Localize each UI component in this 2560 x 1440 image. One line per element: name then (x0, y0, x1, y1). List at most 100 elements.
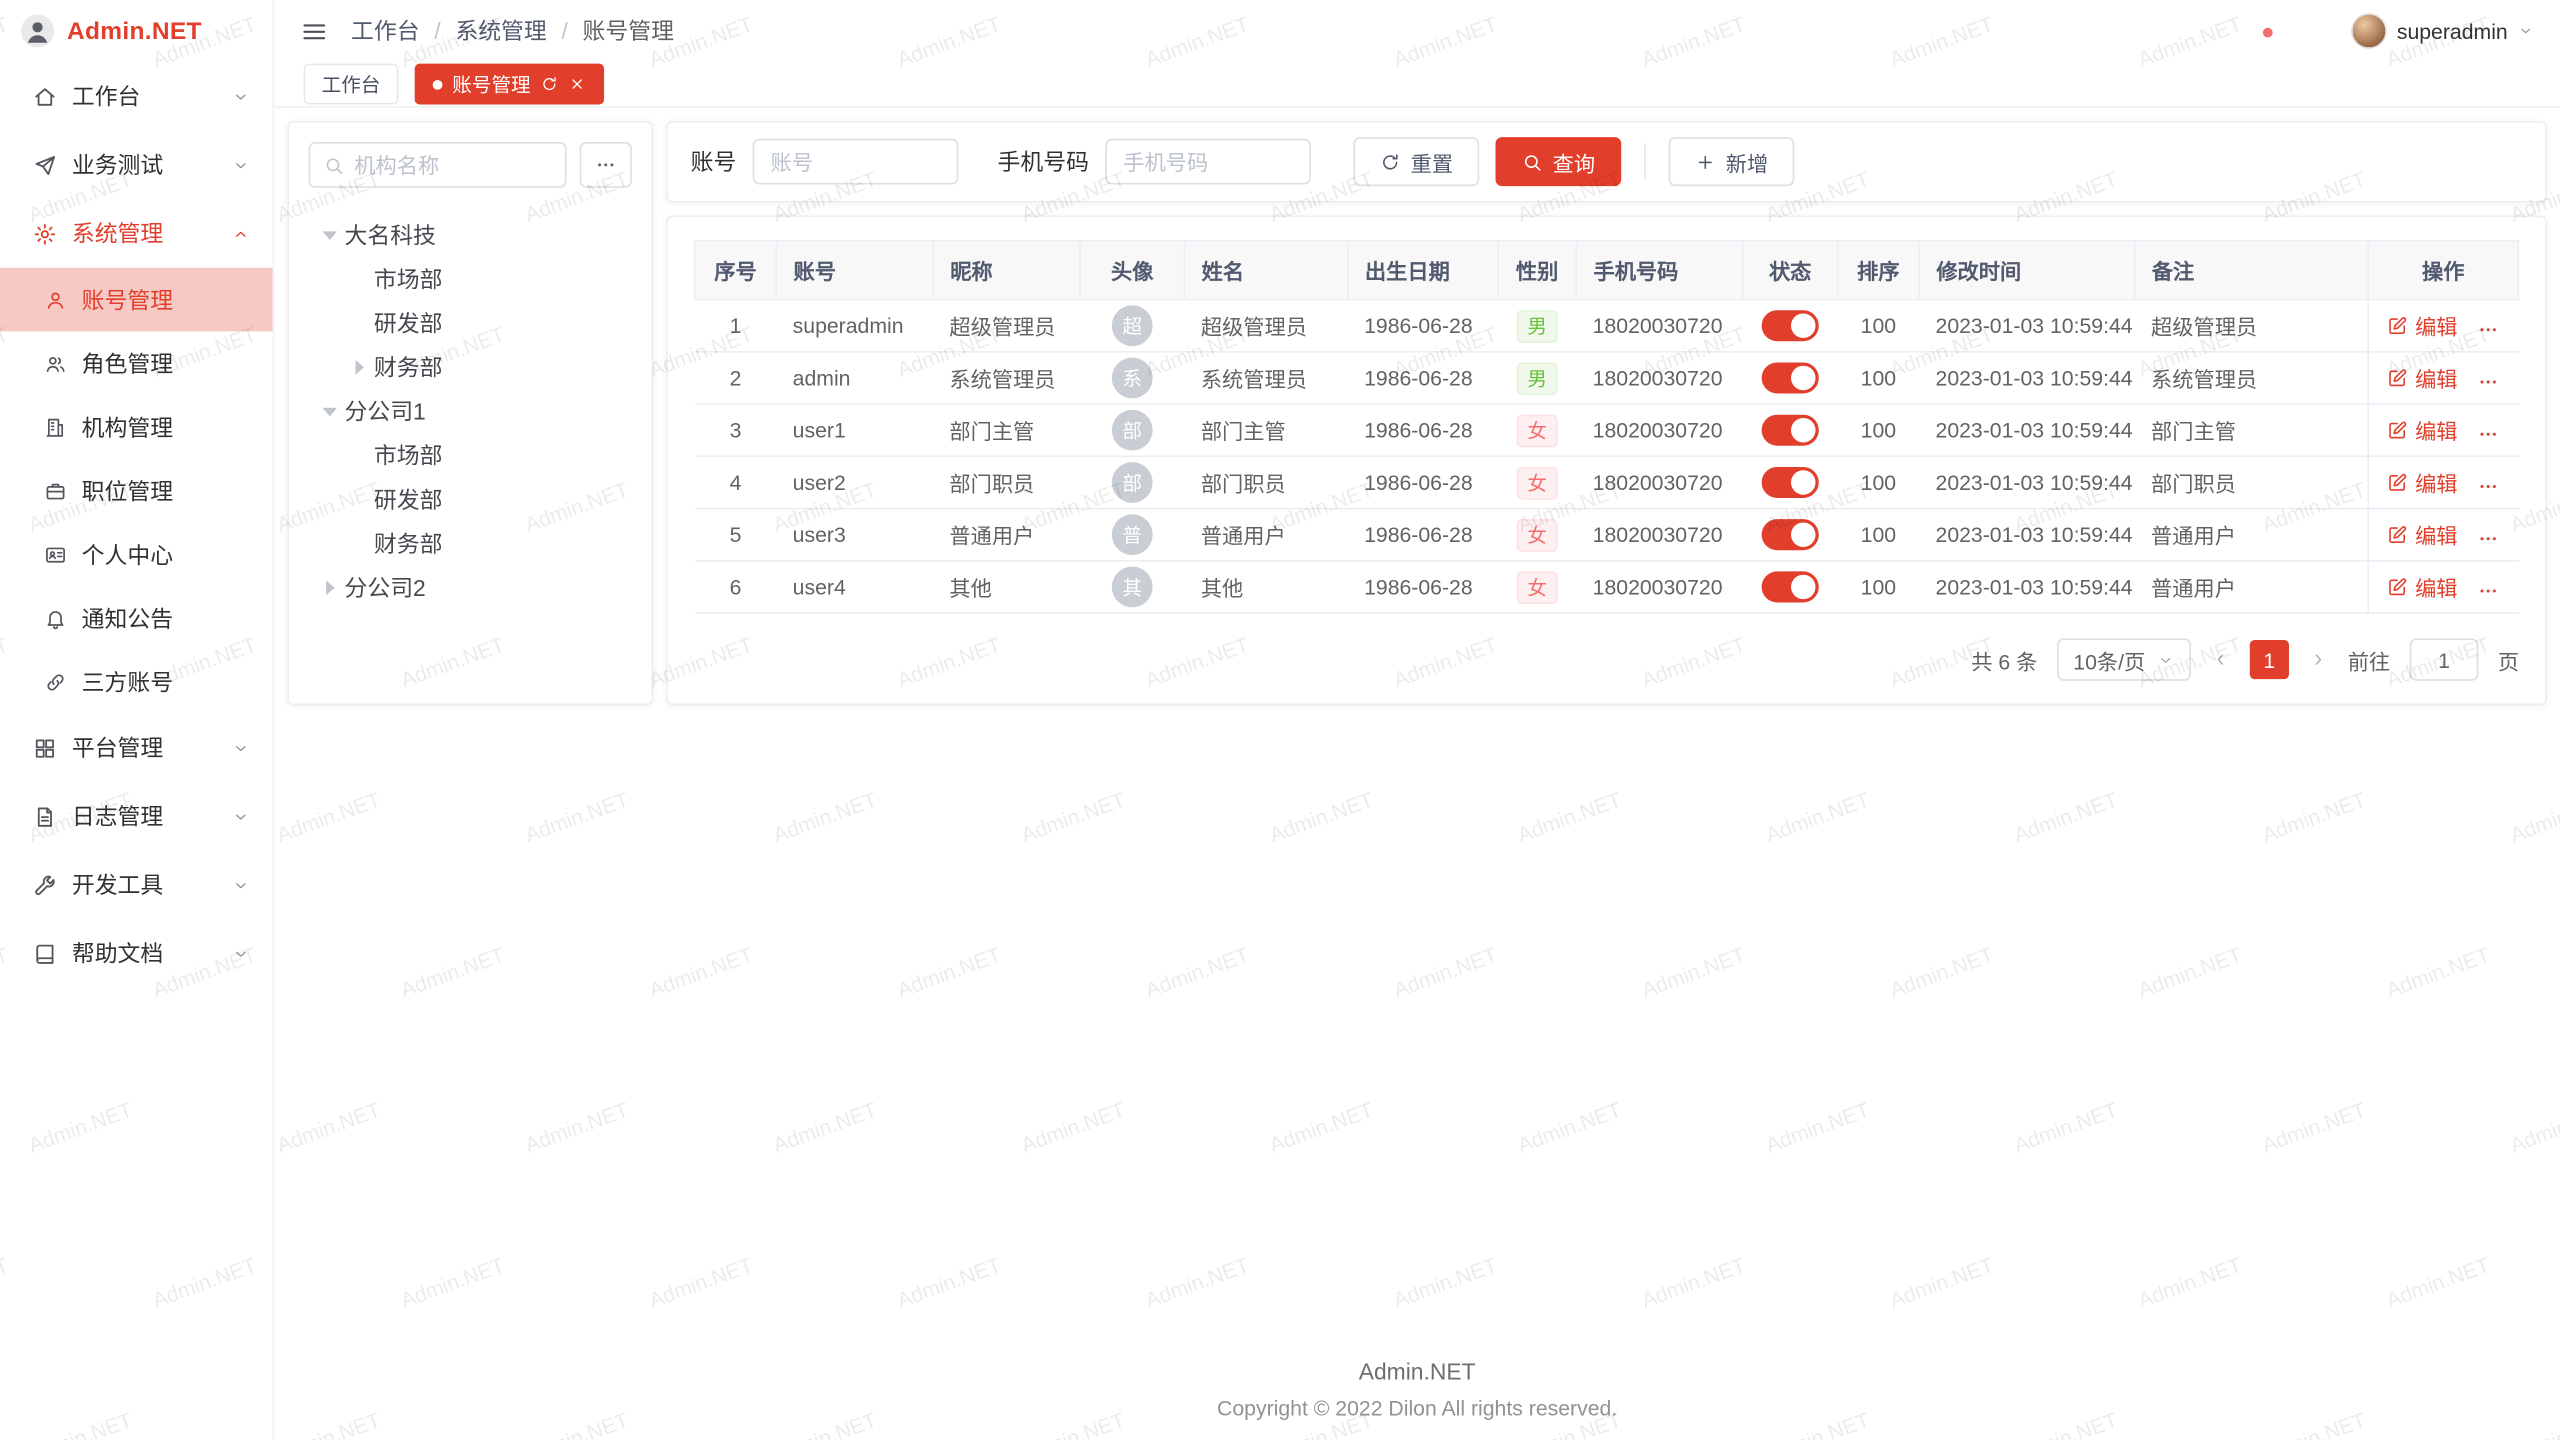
prev-page-button[interactable] (2211, 650, 2231, 670)
gender-tag: 女 (1518, 571, 1557, 604)
tree-node[interactable]: 分公司2 (309, 565, 632, 609)
org-search-input[interactable] (354, 153, 552, 177)
status-toggle[interactable] (1762, 467, 1819, 498)
tree-node[interactable]: 分公司1 (309, 389, 632, 433)
sidebar-item-workbench[interactable]: 工作台 (0, 62, 273, 131)
edit-button[interactable]: 编辑 (2387, 310, 2457, 341)
tree-node[interactable]: 财务部 (309, 521, 632, 565)
phone-input[interactable] (1105, 139, 1311, 185)
cell-modified: 2023-01-03 10:59:44 (1919, 352, 2135, 404)
sidebar-item-help-docs[interactable]: 帮助文档 (0, 919, 273, 988)
row-more-button[interactable] (2477, 528, 2500, 551)
cell-index: 4 (695, 456, 777, 508)
tree-node[interactable]: 市场部 (309, 433, 632, 477)
edit-label: 编辑 (2415, 571, 2457, 602)
sidebar-item-notice-announcement[interactable]: 通知公告 (0, 586, 273, 650)
next-page-button[interactable] (2309, 650, 2329, 670)
sidebar-item-personal-center[interactable]: 个人中心 (0, 522, 273, 586)
users-icon (44, 352, 67, 375)
breadcrumb-item[interactable]: 工作台 (351, 15, 420, 48)
row-more-button[interactable] (2477, 319, 2500, 342)
row-more-button[interactable] (2477, 371, 2500, 394)
cell-status (1743, 561, 1838, 613)
sidebar-item-system-management[interactable]: 系统管理 (0, 199, 273, 268)
status-toggle[interactable] (1762, 362, 1819, 393)
tree-node[interactable]: 市场部 (309, 256, 632, 300)
edit-button[interactable]: 编辑 (2387, 414, 2457, 445)
tree-node[interactable]: 研发部 (309, 477, 632, 521)
avatar: 系 (1112, 358, 1153, 399)
status-toggle[interactable] (1762, 415, 1819, 446)
edit-button[interactable]: 编辑 (2387, 571, 2457, 602)
row-more-button[interactable] (2477, 476, 2500, 499)
tree-node[interactable]: 研发部 (309, 300, 632, 344)
edit-button[interactable]: 编辑 (2387, 466, 2457, 497)
edit-icon (2387, 315, 2408, 336)
sidebar-item-org-management[interactable]: 机构管理 (0, 395, 273, 459)
goto-label: 前往 (2348, 644, 2390, 675)
search-button[interactable]: 查询 (1496, 137, 1622, 186)
sidebar-item-role-management[interactable]: 角色管理 (0, 331, 273, 395)
page-number-current[interactable]: 1 (2250, 640, 2289, 679)
menu-toggle-icon[interactable] (300, 17, 328, 45)
view-tab[interactable]: 工作台 (304, 64, 399, 105)
sidebar-item-dev-tools[interactable]: 开发工具 (0, 851, 273, 920)
close-icon[interactable] (568, 75, 586, 93)
org-tree-header (309, 142, 632, 188)
cell-status (1743, 300, 1838, 352)
cell-birth: 1986-06-28 (1348, 456, 1498, 508)
account-input[interactable] (753, 139, 959, 185)
tree-node-label: 研发部 (374, 482, 443, 515)
reset-label: 重置 (1411, 146, 1453, 177)
cell-account: superadmin (776, 300, 933, 352)
page-size-select[interactable]: 10条/页 (2057, 638, 2191, 680)
sidebar-item-business-test[interactable]: 业务测试 (0, 131, 273, 200)
cell-nickname: 其他 (933, 561, 1080, 613)
search-label: 查询 (1553, 146, 1595, 177)
user-menu[interactable]: superadmin (2351, 13, 2534, 49)
tree-node[interactable]: 财务部 (309, 344, 632, 388)
status-toggle[interactable] (1762, 310, 1819, 341)
tree-node[interactable]: 大名科技 (309, 212, 632, 256)
status-toggle[interactable] (1762, 571, 1819, 602)
refresh-icon[interactable] (540, 75, 558, 93)
goto-page-input[interactable] (2410, 638, 2479, 680)
sidebar-item-platform-management[interactable]: 平台管理 (0, 713, 273, 782)
tree-more-button[interactable] (580, 142, 632, 188)
send-icon (33, 153, 57, 177)
sidebar-item-log-management[interactable]: 日志管理 (0, 782, 273, 851)
row-more-button[interactable] (2477, 423, 2500, 446)
sidebar-item-label: 个人中心 (82, 538, 173, 571)
chevron-down-icon (232, 807, 250, 825)
page-unit-label: 页 (2498, 644, 2519, 675)
breadcrumb-item[interactable]: 系统管理 (455, 15, 546, 48)
reset-button[interactable]: 重置 (1353, 137, 1479, 186)
cell-index: 6 (695, 561, 777, 613)
pagination-total: 共 6 条 (1971, 644, 2037, 675)
cell-account: user4 (776, 561, 933, 613)
cell-nickname: 系统管理员 (933, 352, 1080, 404)
sidebar-item-position-management[interactable]: 职位管理 (0, 459, 273, 523)
cell-name: 普通用户 (1184, 509, 1347, 561)
logo[interactable]: Admin.NET (0, 0, 273, 62)
edit-button[interactable]: 编辑 (2387, 519, 2457, 550)
gender-tag: 女 (1518, 518, 1557, 551)
edit-button[interactable]: 编辑 (2387, 362, 2457, 393)
topbar: 工作台/系统管理/账号管理 Tt superadmin (274, 0, 2560, 62)
caret-right-icon[interactable] (344, 352, 373, 381)
row-more-button[interactable] (2477, 580, 2500, 603)
avatar: 部 (1112, 462, 1153, 503)
notification-badge (2263, 28, 2273, 38)
cell-name: 超级管理员 (1184, 300, 1347, 352)
view-tab[interactable]: 账号管理 (415, 64, 604, 105)
caret-right-icon[interactable] (315, 572, 344, 601)
edit-label: 编辑 (2415, 414, 2457, 445)
cell-modified: 2023-01-03 10:59:44 (1919, 456, 2135, 508)
table-row: 2admin系统管理员系系统管理员1986-06-28男180200307201… (695, 352, 2519, 404)
caret-down-icon[interactable] (315, 220, 344, 249)
add-button[interactable]: 新增 (1669, 137, 1795, 186)
status-toggle[interactable] (1762, 519, 1819, 550)
sidebar-item-third-party-account[interactable]: 三方账号 (0, 650, 273, 714)
caret-down-icon[interactable] (315, 396, 344, 425)
sidebar-item-account-management[interactable]: 账号管理 (0, 268, 273, 332)
